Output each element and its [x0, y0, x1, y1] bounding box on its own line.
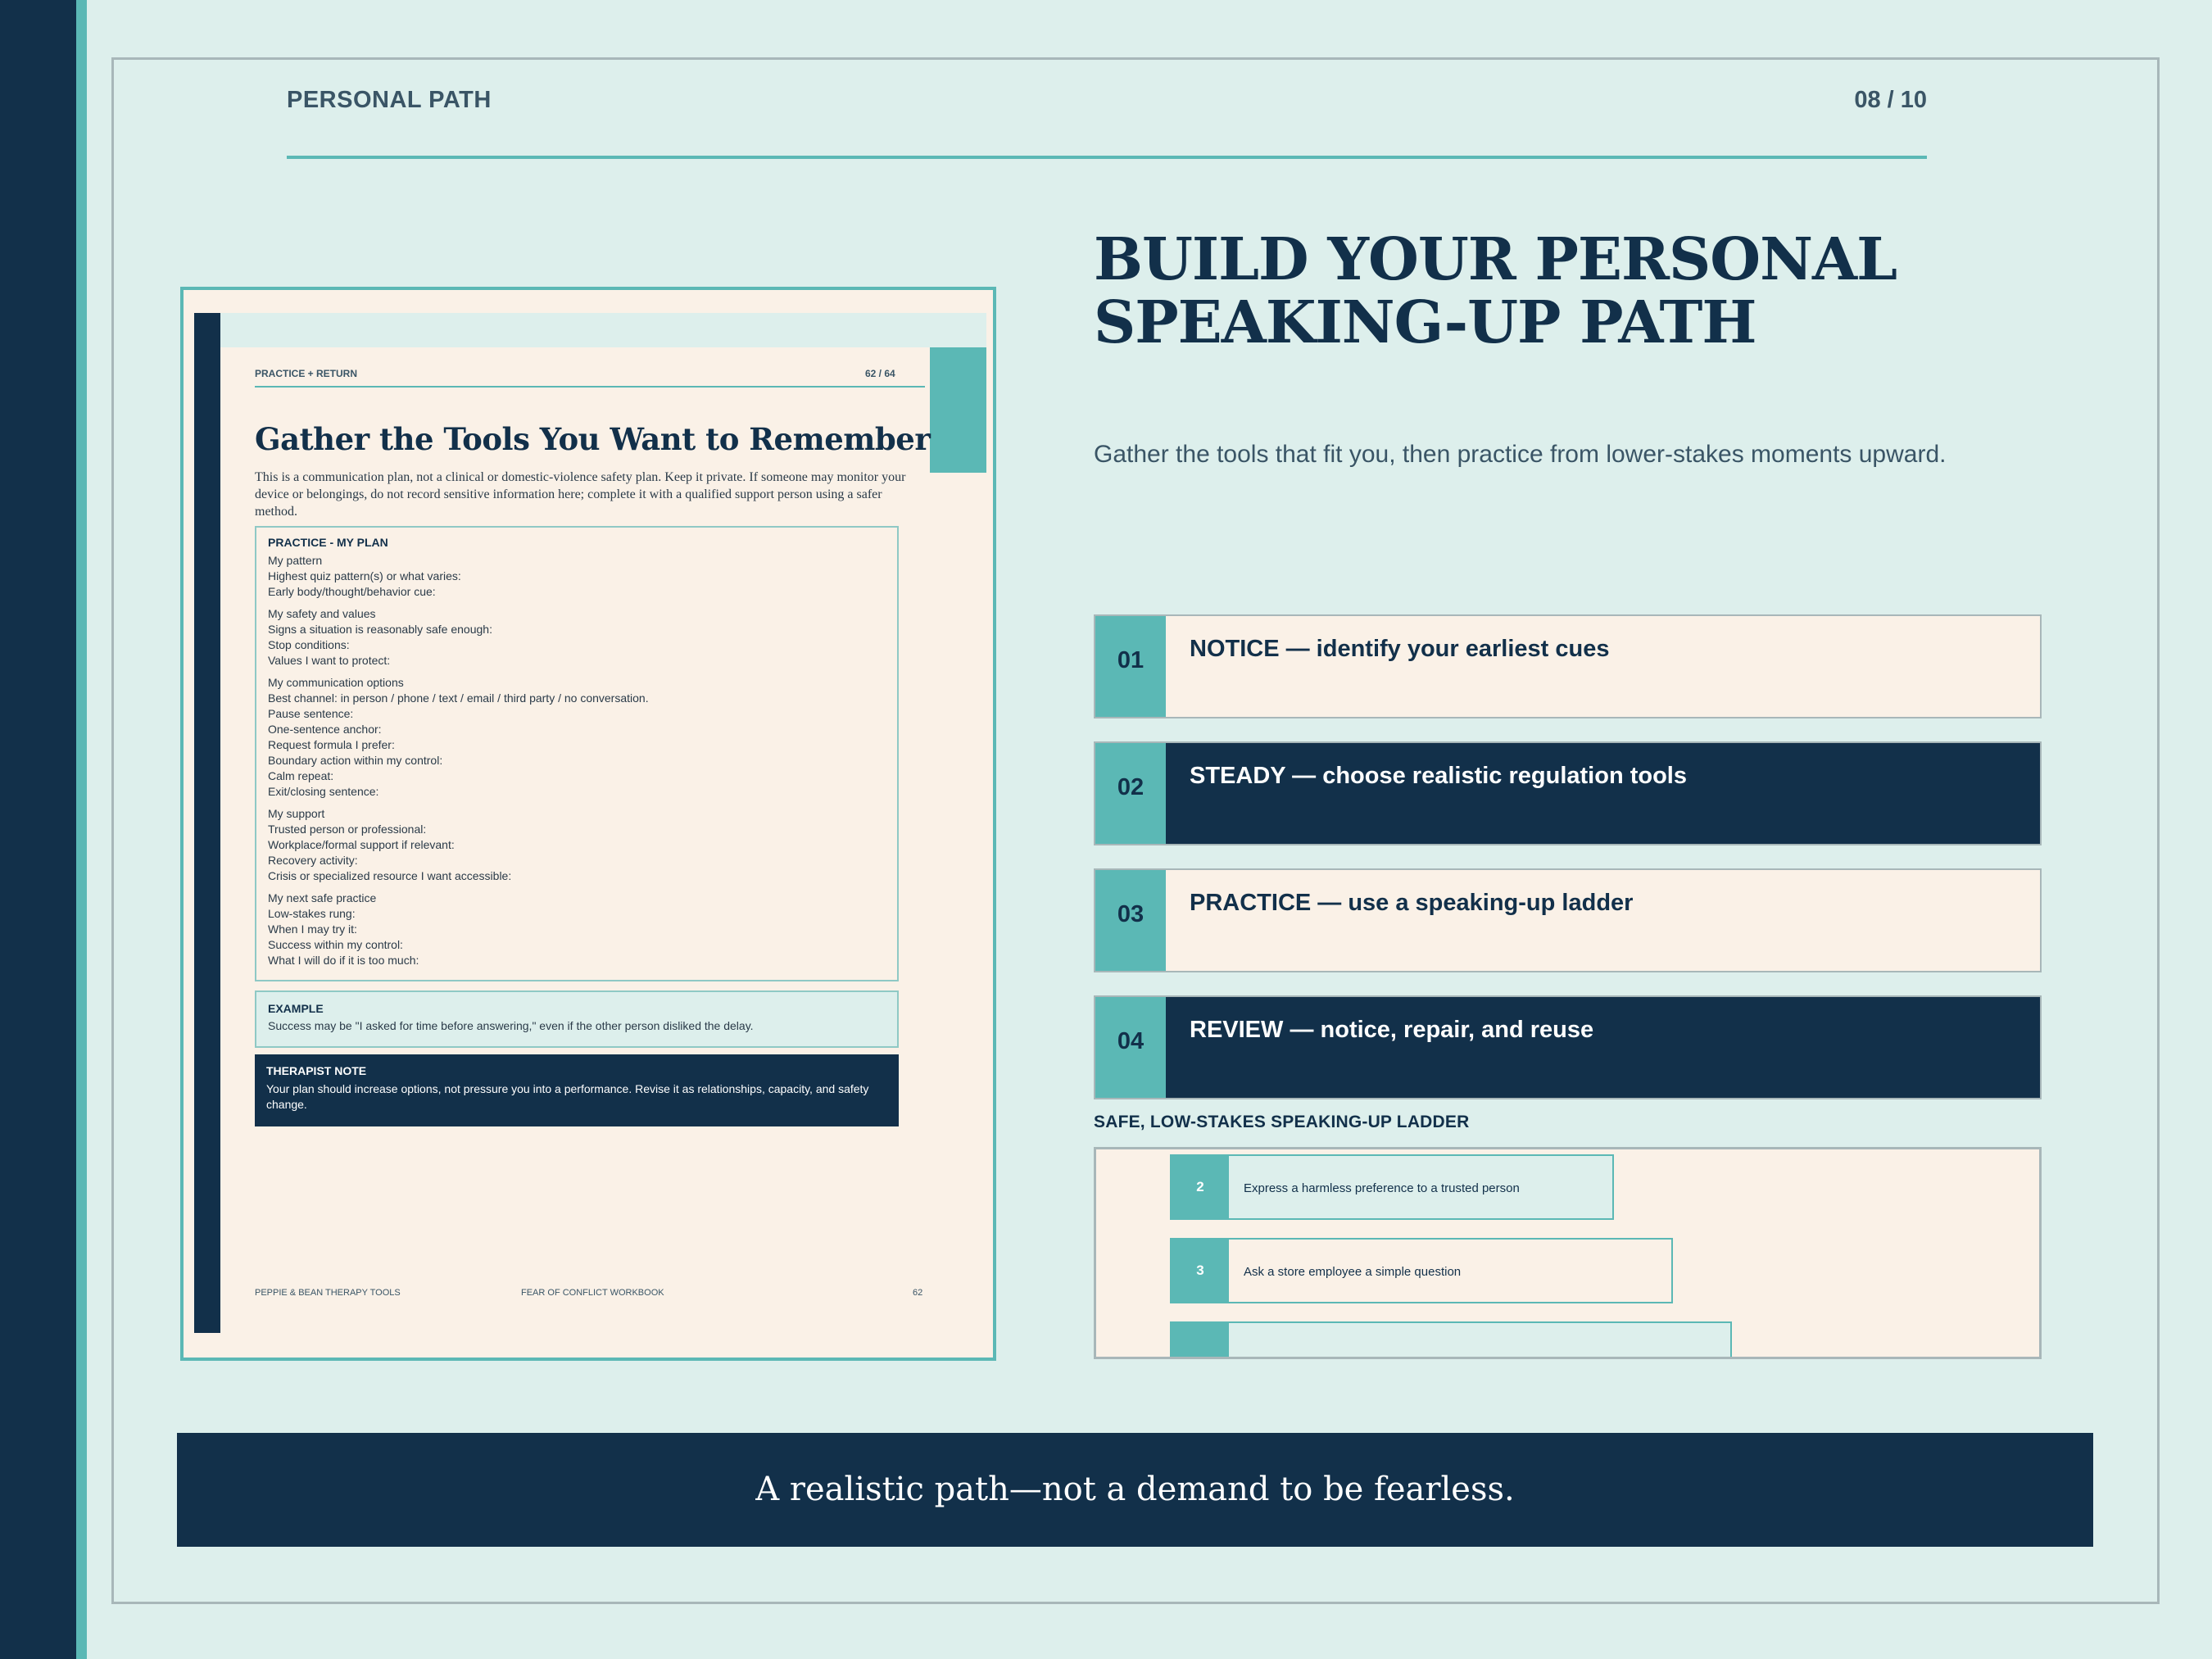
thumbnail-page-number: 62 / 64	[865, 368, 895, 379]
plan-group-support: My support Trusted person or professiona…	[268, 806, 886, 884]
thumbnail-intro: This is a communication plan, not a clin…	[255, 470, 906, 519]
step-label: PRACTICE — use a speaking-up ladder	[1190, 890, 1634, 916]
plan-line: Exit/closing sentence:	[268, 785, 379, 798]
plan-line: One-sentence anchor:	[268, 723, 382, 736]
plan-group-pattern: My pattern Highest quiz pattern(s) or wh…	[268, 553, 886, 600]
plan-line: Best channel: in person / phone / text /…	[268, 691, 649, 705]
step-label: NOTICE — identify your earliest cues	[1190, 636, 1610, 662]
plan-group-safety: My safety and values Signs a situation i…	[268, 606, 886, 669]
example-text: Success may be "I asked for time before …	[268, 1019, 754, 1032]
step-card-steady: 02 STEADY — choose realistic regulation …	[1094, 741, 2042, 845]
plan-group-communication: My communication options Best channel: i…	[268, 675, 886, 800]
ladder-rung-partial	[1170, 1321, 1732, 1357]
workbook-page-thumbnail: PRACTICE + RETURN 62 / 64 Gather the Too…	[180, 287, 996, 1361]
plan-line: Trusted person or professional:	[268, 823, 427, 836]
plan-line: Signs a situation is reasonably safe eno…	[268, 623, 492, 636]
plan-line: Highest quiz pattern(s) or what varies:	[268, 569, 461, 582]
plan-line: Early body/thought/behavior cue:	[268, 585, 436, 598]
plan-line: My next safe practice	[268, 891, 377, 904]
slide-title: BUILD YOUR PERSONAL SPEAKING-UP PATH	[1094, 228, 2077, 354]
header-divider	[287, 156, 1927, 159]
step-number: 01	[1095, 616, 1166, 717]
plan-line: My safety and values	[268, 607, 376, 620]
left-teal-strip	[76, 0, 87, 1659]
example-heading: EXAMPLE	[268, 1002, 324, 1015]
plan-line: My pattern	[268, 554, 323, 567]
ladder-rung: 3 Ask a store employee a simple question	[1170, 1238, 1673, 1303]
step-label: STEADY — choose realistic regulation too…	[1190, 763, 1687, 789]
step-card-review: 04 REVIEW — notice, repair, and reuse	[1094, 995, 2042, 1099]
therapist-note-text: Your plan should increase options, not p…	[266, 1082, 869, 1111]
plan-line: Workplace/formal support if relevant:	[268, 838, 455, 851]
step-card-practice: 03 PRACTICE — use a speaking-up ladder	[1094, 868, 2042, 972]
step-number: 02	[1095, 743, 1166, 844]
rung-text: Ask a store employee a simple question	[1244, 1265, 1462, 1279]
thumbnail-title: Gather the Tools You Want to Remember	[255, 421, 931, 457]
plan-line: Crisis or specialized resource I want ac…	[268, 869, 512, 882]
plan-line: My communication options	[268, 676, 404, 689]
step-card-notice: 01 NOTICE — identify your earliest cues	[1094, 614, 2042, 718]
thumbnail-top-band	[220, 313, 986, 347]
ladder-heading: SAFE, LOW-STAKES SPEAKING-UP LADDER	[1094, 1113, 1470, 1131]
thumbnail-kicker: PRACTICE + RETURN	[255, 368, 358, 379]
rung-text: Express a harmless preference to a trust…	[1244, 1181, 1520, 1195]
plan-line: When I may try it:	[268, 922, 357, 936]
rung-number	[1172, 1323, 1229, 1357]
thumbnail-divider	[255, 386, 925, 388]
plan-line: Low-stakes rung:	[268, 907, 356, 920]
therapist-note-heading: THERAPIST NOTE	[266, 1064, 367, 1077]
plan-line: My support	[268, 807, 325, 820]
plan-line: Pause sentence:	[268, 707, 354, 720]
closing-banner: A realistic path—not a demand to be fear…	[177, 1433, 2093, 1547]
plan-line: Calm repeat:	[268, 769, 334, 782]
step-label: REVIEW — notice, repair, and reuse	[1190, 1017, 1594, 1043]
plan-line: What I will do if it is too much:	[268, 954, 419, 967]
plan-line: Stop conditions:	[268, 638, 350, 651]
step-number: 04	[1095, 997, 1166, 1098]
left-navy-strip	[0, 0, 76, 1659]
rung-number: 2	[1172, 1156, 1229, 1218]
step-number: 03	[1095, 870, 1166, 971]
section-label: PERSONAL PATH	[287, 87, 492, 113]
example-box: EXAMPLE Success may be "I asked for time…	[255, 990, 899, 1048]
slide-title-line-2: SPEAKING-UP PATH	[1094, 288, 1756, 356]
plan-line: Recovery activity:	[268, 854, 358, 867]
therapist-note-box: THERAPIST NOTE Your plan should increase…	[255, 1054, 899, 1126]
ladder-rung: 2 Express a harmless preference to a tru…	[1170, 1154, 1614, 1220]
thumbnail-footer-center: FEAR OF CONFLICT WORKBOOK	[521, 1288, 664, 1298]
plan-line: Values I want to protect:	[268, 654, 391, 667]
thumbnail-teal-tab	[930, 347, 986, 473]
plan-line: Success within my control:	[268, 938, 403, 951]
plan-box: PRACTICE - MY PLAN My pattern Highest qu…	[255, 526, 899, 981]
thumbnail-footer-left: PEPPIE & BEAN THERAPY TOOLS	[255, 1288, 401, 1298]
slide-title-line-1: BUILD YOUR PERSONAL	[1094, 224, 1897, 293]
plan-line: Boundary action within my control:	[268, 754, 443, 767]
thumbnail-footer-right: 62	[913, 1288, 923, 1298]
speaking-up-ladder: 2 Express a harmless preference to a tru…	[1094, 1147, 2042, 1359]
thumbnail-navy-bar	[194, 313, 220, 1333]
slide-subtitle: Gather the tools that fit you, then prac…	[1094, 441, 1947, 468]
plan-line: Request formula I prefer:	[268, 738, 395, 751]
plan-heading: PRACTICE - MY PLAN	[268, 536, 388, 549]
rung-number: 3	[1172, 1240, 1229, 1302]
plan-group-next-practice: My next safe practice Low-stakes rung: W…	[268, 891, 886, 968]
page-counter: 08 / 10	[1854, 87, 1927, 113]
